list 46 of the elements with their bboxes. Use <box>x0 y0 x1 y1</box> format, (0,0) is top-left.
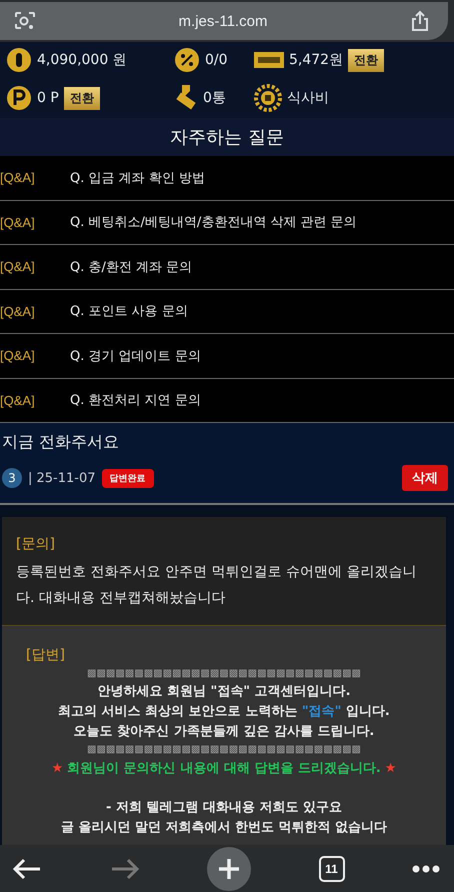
square-divider: ▩▩▩▩▩▩▩▩▩▩▩▩▩▩▩▩▩▩▩▩▩▩▩▩▩▩▩▩▩ <box>86 743 362 757</box>
answer-text: 안녕하세요 회원님 "접속" 고객센터입니다. <box>96 683 352 701</box>
wallet-value: 식사비 <box>287 89 329 107</box>
convert-button[interactable]: 전환 <box>348 48 384 72</box>
faq-item[interactable]: [Q&A] Q. 포인트 사용 문의 <box>0 290 454 334</box>
faq-item[interactable]: [Q&A] Q. 충/환전 계좌 문의 <box>0 245 454 290</box>
coin-icon <box>6 47 32 73</box>
convert-button[interactable]: 전환 <box>64 86 100 110</box>
url-text: m.jes-11.com <box>178 12 268 30</box>
chip-icon <box>254 84 282 112</box>
back-icon[interactable] <box>12 858 42 880</box>
new-tab-icon[interactable] <box>207 846 251 890</box>
answer-text: - 저희 텔레그램 대화내용 저희도 있구요 <box>104 799 344 817</box>
wallet-value: 0/0 <box>205 52 228 68</box>
star-icon: ★ <box>52 758 64 780</box>
status-badge: 답변완료 <box>102 468 154 488</box>
faq-item[interactable]: [Q&A] Q. 경기 업데이트 문의 <box>0 334 454 378</box>
forward-icon[interactable] <box>110 858 140 880</box>
more-icon[interactable] <box>412 864 440 872</box>
star-icon: ★ <box>384 758 396 780</box>
square-divider: ▩▩▩▩▩▩▩▩▩▩▩▩▩▩▩▩▩▩▩▩▩▩▩▩▩▩▩▩▩ <box>86 667 362 681</box>
answer-text: 오늘도 찾아주신 가족분들께 깊은 감사를 드립니다. <box>72 723 376 741</box>
tab-count[interactable]: 11 <box>318 856 344 882</box>
lens-icon[interactable] <box>14 11 36 31</box>
wallet-value: 4,090,000 원 <box>37 51 127 69</box>
inquiry-label: [문의] <box>16 535 56 553</box>
post-title: 지금 전화주서요 <box>2 430 120 452</box>
wallet-value: 0통 <box>203 89 226 107</box>
address-bar[interactable]: m.jes-11.com <box>0 2 448 40</box>
share-icon[interactable] <box>410 10 430 32</box>
percent-badge-icon <box>174 47 200 73</box>
inquiry-text: 등록된번호 전화주서요 안주면 먹튀인걸로 슈어맨에 올리겠습니다. 대화내용 전부캡쳐해놨습니다 <box>16 563 418 608</box>
notice-text: 회원님이 문의하신 내용에 대해 답변을 드리겠습니다. <box>67 760 381 778</box>
wallet-value: 5,472원 <box>289 51 344 69</box>
wallet-value: 0 P <box>37 90 59 106</box>
delete-button[interactable]: 삭제 <box>402 465 448 491</box>
bank-icon <box>254 52 284 68</box>
answer-label: [답변] <box>25 646 66 664</box>
post-date: | 25-11-07 <box>28 470 96 486</box>
level-badge: 3 <box>2 468 22 488</box>
faq-item[interactable]: [Q&A] Q. 입금 계좌 확인 방법 <box>0 156 454 200</box>
coin-icon <box>6 85 32 111</box>
answer-text: 글 올리시던 말던 저희측에서 한번도 먹튀한적 없습니다 <box>60 819 388 837</box>
faq-title: 자주하는 질문 <box>0 118 454 156</box>
answer-text: 최고의 서비스 최상의 보안으로 노력하는 "접속" 입니다. <box>57 703 391 721</box>
faq-item[interactable]: [Q&A] Q. 베팅취소/베팅내역/충환전내역 삭제 관련 문의 <box>0 200 454 245</box>
